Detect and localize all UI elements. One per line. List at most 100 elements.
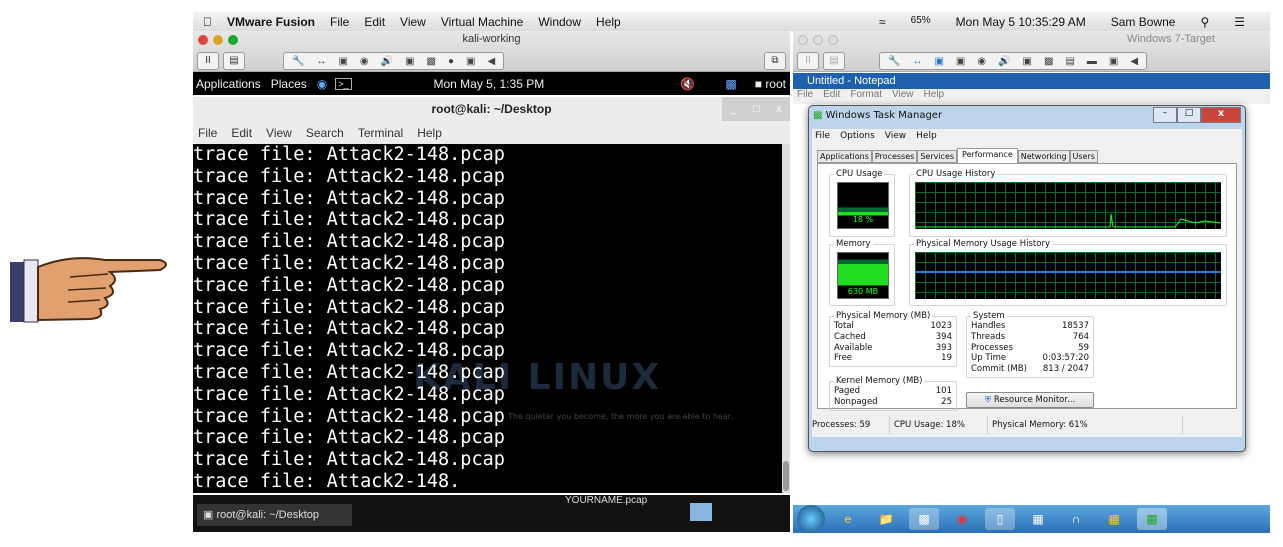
resource-monitor-button[interactable]: ⛨ Resource Monitor...	[966, 392, 1094, 408]
tab-processes[interactable]: Processes	[871, 150, 918, 163]
notification-center-icon[interactable]: ☰	[1234, 15, 1245, 29]
places-menu[interactable]: Places	[271, 77, 307, 91]
terminal-scrollbar[interactable]	[782, 144, 790, 493]
app-icon[interactable]: ▦	[1023, 508, 1053, 530]
snapshot-button[interactable]: ▤	[223, 52, 245, 70]
menu-format[interactable]: Format	[850, 89, 882, 104]
cmd-icon[interactable]: ▩	[909, 508, 939, 530]
device-toolbar[interactable]: 🔧 ↔ ▣ ▣ ◉ 🔊 ▣ ▩ ▤ ▬ ▣ ◀	[879, 52, 1148, 70]
close-button[interactable]: x	[1201, 107, 1241, 123]
tm-menubar: File Options View Help	[812, 129, 1242, 144]
menu-view[interactable]: View	[266, 126, 292, 140]
menu-view[interactable]: View	[892, 89, 914, 104]
stat-row: Free 19	[834, 353, 952, 364]
stat-label: Total	[834, 321, 854, 331]
menu-virtual-machine[interactable]: Virtual Machine	[441, 15, 524, 29]
workspace-switcher[interactable]	[690, 503, 712, 521]
pointing-hand-icon	[10, 257, 167, 323]
tab-applications[interactable]: Applications	[817, 150, 872, 163]
tm-title: ▩ Windows Task Manager	[813, 110, 942, 121]
menu-help[interactable]: Help	[916, 129, 937, 144]
terminal-line: trace file: Attack2-148.pcap	[193, 296, 505, 318]
terminal-line: trace file: Attack2-148.	[193, 470, 461, 492]
snapshot-button[interactable]: ▤	[823, 52, 845, 70]
volume-muted-icon[interactable]: 🔇	[680, 77, 695, 91]
user-name[interactable]: Sam Bowne	[1111, 15, 1176, 29]
windows-vm-window-chrome: Windows 7-Target II ▤ 🔧 ↔ ▣ ▣ ◉ 🔊 ▣ ▩ ▤ ▬ ▣ ◀	[793, 31, 1270, 72]
ie-icon[interactable]: e	[833, 508, 863, 530]
network-icon[interactable]: ▩	[725, 77, 736, 91]
menu-terminal[interactable]: Terminal	[358, 126, 403, 140]
stat-value: 393	[935, 342, 952, 353]
kali-clock[interactable]: Mon May 5, 1:35 PM	[434, 77, 545, 91]
cpu-usage-label: CPU Usage	[834, 169, 885, 179]
terminal-line: trace file: Attack2-148.pcap	[193, 209, 505, 231]
menu-view[interactable]: View	[400, 15, 426, 29]
wifi-icon[interactable]: ≈	[879, 15, 886, 29]
pause-button[interactable]: II	[197, 52, 219, 70]
clock[interactable]: Mon May 5 10:35:29 AM	[956, 15, 1086, 29]
minimize-button[interactable]: _	[730, 97, 736, 121]
task-manager-taskbar-icon[interactable]: ▩	[1137, 508, 1167, 530]
stat-row: Processes 59	[971, 343, 1089, 354]
apple-icon[interactable]: 	[203, 15, 212, 29]
menu-help[interactable]: Help	[924, 89, 945, 104]
user-menu[interactable]: ■ root	[755, 77, 786, 91]
maximize-button[interactable]: □	[1177, 107, 1201, 123]
menu-edit[interactable]: Edit	[231, 126, 252, 140]
tab-services[interactable]: Services	[917, 150, 958, 163]
stat-value: 813 / 2047	[1042, 364, 1089, 375]
tab-performance[interactable]: Performance	[957, 148, 1018, 163]
menu-file[interactable]: File	[198, 126, 217, 140]
task-manager-window: ▩ Windows Task Manager – □ x File Option…	[808, 105, 1246, 452]
menu-file[interactable]: File	[330, 15, 349, 29]
unity-button[interactable]: ⧉	[764, 52, 786, 70]
kali-bottom-panel: YOURNAME.pcap ▣ root@kali: ~/Desktop	[193, 495, 790, 532]
minimize-button[interactable]: –	[1153, 107, 1177, 123]
cpu-history-label: CPU Usage History	[914, 169, 998, 179]
terminal-line: trace file: Attack2-148.pcap	[193, 449, 505, 471]
terminal-title: root@kali: ~/Desktop	[431, 102, 552, 116]
browser-icon[interactable]: ◉	[317, 77, 327, 91]
menu-file[interactable]: File	[815, 129, 830, 144]
menu-help[interactable]: Help	[596, 15, 621, 29]
battery-status[interactable]: 65%	[911, 15, 931, 29]
menu-help[interactable]: Help	[417, 126, 442, 140]
terminal-output[interactable]: KALI LINUX The quieter you become, the m…	[193, 144, 782, 493]
shield-icon: ⛨	[984, 395, 992, 405]
wireshark-icon[interactable]: ∩	[1061, 508, 1091, 530]
chrome-icon[interactable]: ◉	[947, 508, 977, 530]
task-manager-icon: ▩	[813, 110, 823, 121]
terminal-line: trace file: Attack2-148.pcap	[193, 361, 505, 383]
menu-options[interactable]: Options	[840, 129, 875, 144]
menu-edit[interactable]: Edit	[823, 89, 840, 104]
close-button[interactable]: x	[776, 97, 782, 121]
taskbar-item-terminal[interactable]: ▣ root@kali: ~/Desktop	[197, 504, 352, 526]
stat-row: Up Time 0:03:57:20	[971, 353, 1089, 364]
app-name[interactable]: VMware Fusion	[227, 15, 315, 29]
start-button[interactable]	[797, 505, 825, 533]
menu-window[interactable]: Window	[538, 15, 581, 29]
stat-row: Handles 18537	[971, 321, 1089, 332]
explorer-icon[interactable]: 📁	[871, 508, 901, 530]
terminal-titlebar: root@kali: ~/Desktop _ □ x	[193, 97, 790, 122]
applications-menu[interactable]: Applications	[196, 77, 261, 91]
menu-edit[interactable]: Edit	[364, 15, 385, 29]
menu-file[interactable]: File	[797, 89, 813, 104]
menu-search[interactable]: Search	[306, 126, 344, 140]
memory-meter: 630 MB	[837, 252, 889, 299]
stat-row: Commit (MB) 813 / 2047	[971, 364, 1089, 375]
spotlight-icon[interactable]: ⚲	[1200, 15, 1209, 29]
tab-networking[interactable]: Networking	[1017, 150, 1070, 163]
menu-view[interactable]: View	[885, 129, 906, 144]
terminal-line: trace file: Attack2-148.pcap	[193, 274, 505, 296]
terminal-launcher-icon[interactable]: >_	[335, 77, 352, 90]
network-app-icon[interactable]: ▦	[1099, 508, 1129, 530]
device-toolbar[interactable]: 🔧 ↔ ▣ ◉ 🔊 ▣ ▩ ● ▣ ◀	[283, 52, 505, 70]
tab-users[interactable]: Users	[1069, 150, 1098, 163]
stat-value: 18537	[1061, 321, 1089, 331]
pause-button[interactable]: II	[797, 52, 819, 70]
desktop-file-label[interactable]: YOURNAME.pcap	[565, 495, 647, 506]
notepad-icon[interactable]: ▯	[985, 508, 1015, 530]
maximize-button[interactable]: □	[753, 97, 760, 121]
